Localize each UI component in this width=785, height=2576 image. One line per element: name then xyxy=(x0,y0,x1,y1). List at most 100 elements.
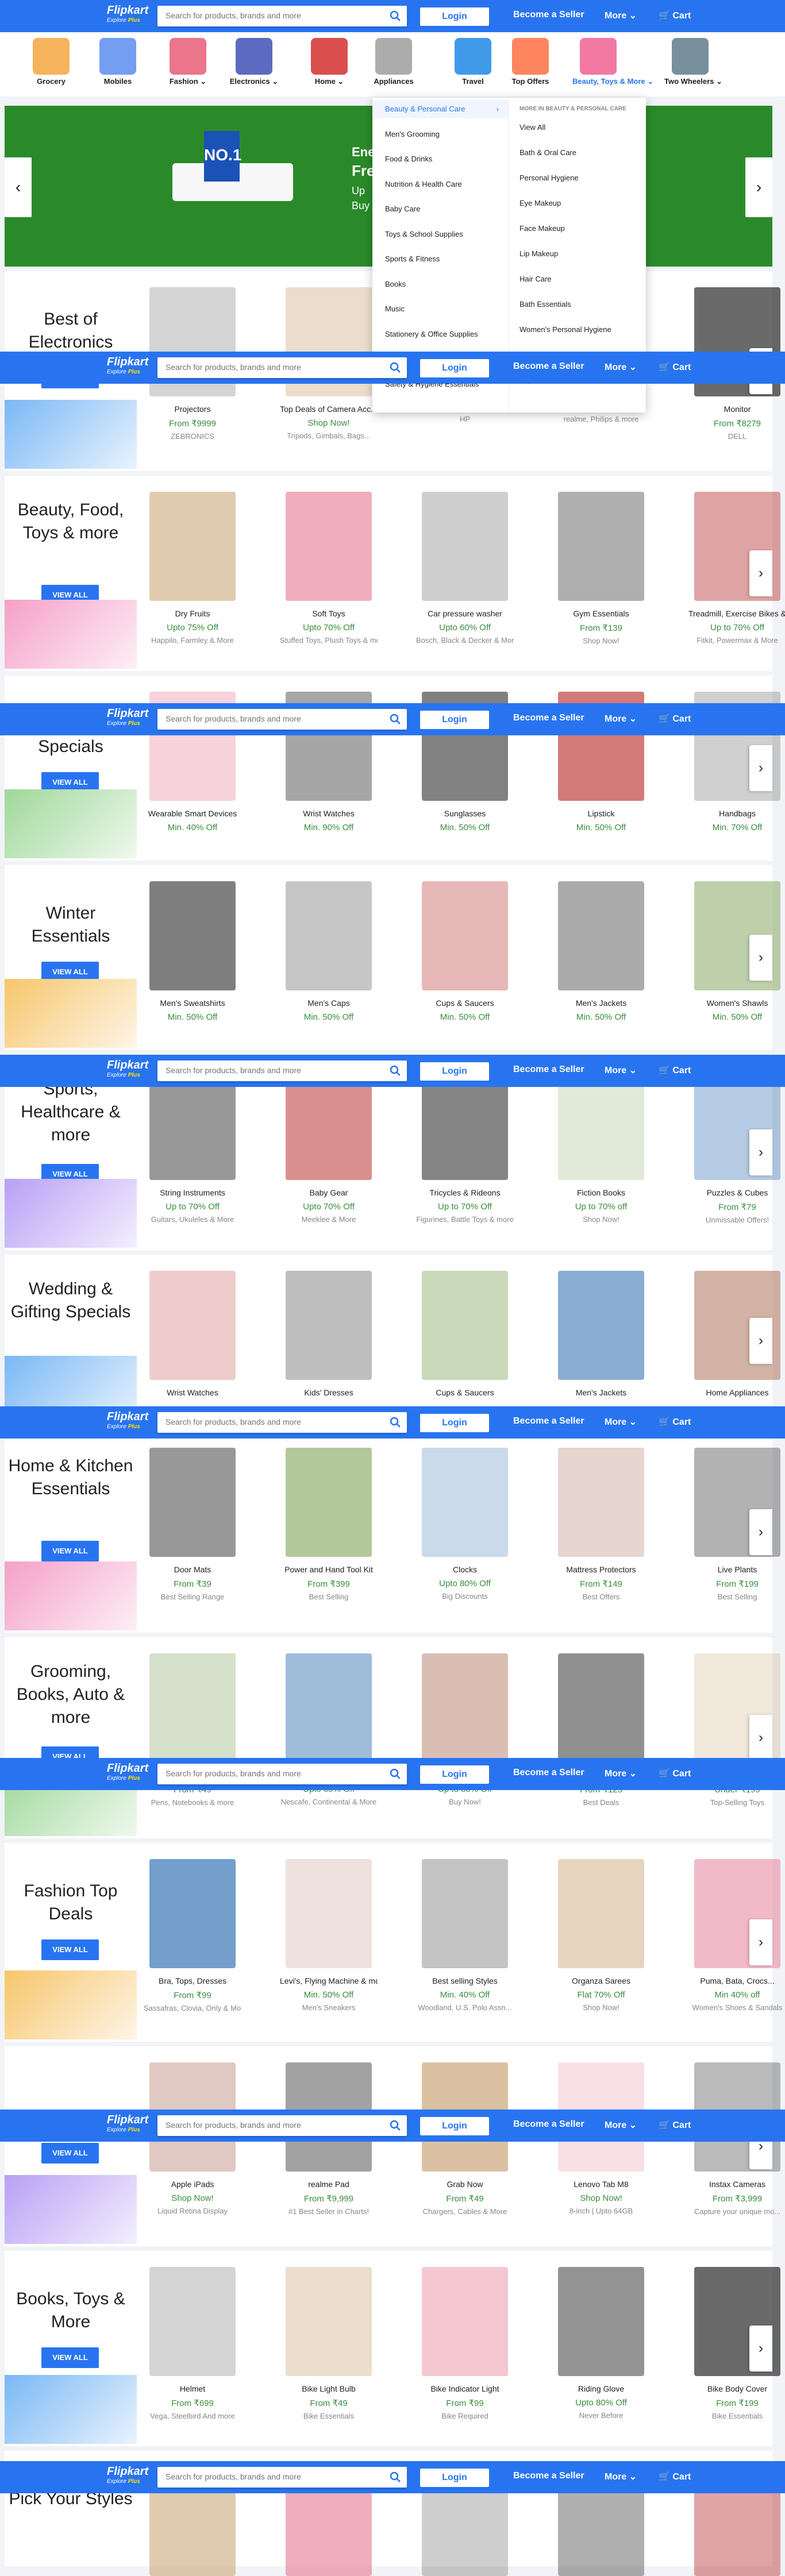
search-input[interactable] xyxy=(166,714,378,723)
product-card[interactable]: Levi's, Flying Machine & more Min. 50% Of… xyxy=(280,1859,378,2012)
product-card[interactable]: Bra, Tops, Dresses From ₹99 Sassafras, Clo… xyxy=(144,1859,241,2012)
dropdown-right-item[interactable]: Women's Personal Hygiene xyxy=(520,325,611,334)
search-icon[interactable] xyxy=(390,2471,401,2483)
product-card[interactable]: Riding Glove Upto 80% Off Never Before xyxy=(552,2267,650,2420)
flipkart-logo[interactable]: Flipkart Explore Plus xyxy=(107,707,148,727)
section-next-button[interactable]: › xyxy=(749,1919,772,1965)
section-next-button[interactable]: › xyxy=(749,1509,772,1555)
cart-link[interactable]: 🛒 Cart xyxy=(659,361,691,373)
category-6[interactable]: Appliances xyxy=(368,32,420,97)
search-input[interactable] xyxy=(166,1066,378,1075)
category-10[interactable]: Two Wheelers ⌄ xyxy=(664,32,722,97)
product-card[interactable]: Men's Jackets Min. 50% Off xyxy=(552,881,650,1022)
flipkart-logo[interactable]: Flipkart Explore Plus xyxy=(107,2465,148,2485)
product-card[interactable]: Tricycles & Rideons Up to 70% Off Figurine… xyxy=(416,1071,514,1224)
search-icon[interactable] xyxy=(390,714,401,725)
dropdown-left-item[interactable]: Men's Grooming xyxy=(385,130,440,138)
section-next-button[interactable]: › xyxy=(749,1129,772,1175)
section-next-button[interactable]: › xyxy=(749,550,772,596)
product-card[interactable]: Car pressure washer Upto 60% Off Bosch, Bl… xyxy=(416,492,514,645)
dropdown-left-item[interactable]: Beauty & Personal Care › xyxy=(372,100,509,118)
product-card[interactable]: Power and Hand Tool Kit From ₹399 Best Sel… xyxy=(280,1448,378,1601)
dropdown-left-item[interactable]: Music xyxy=(385,304,405,313)
section-next-button[interactable]: › xyxy=(749,935,772,981)
banner-prev-button[interactable]: ‹ xyxy=(5,157,32,217)
product-card[interactable]: Cups & Saucers xyxy=(416,1271,514,1397)
more-menu[interactable]: More ⌄ xyxy=(605,1065,637,1076)
become-seller-link[interactable]: Become a Seller xyxy=(513,1768,584,1778)
search-icon[interactable] xyxy=(390,1065,401,1077)
category-1[interactable]: Grocery xyxy=(25,32,77,97)
product-card[interactable]: Baby Gear Upto 70% Off Meeklee & More xyxy=(280,1071,378,1224)
product-card[interactable]: Gym Essentials From ₹139 Shop Now! xyxy=(552,492,650,645)
search-input[interactable] xyxy=(166,2120,378,2130)
category-3[interactable]: Fashion ⌄ xyxy=(162,32,214,97)
search-icon[interactable] xyxy=(390,1768,401,1780)
dropdown-right-item[interactable]: Bath Essentials xyxy=(520,300,571,308)
cart-link[interactable]: 🛒 Cart xyxy=(659,2471,691,2482)
search-icon[interactable] xyxy=(390,362,401,373)
dropdown-right-item[interactable]: Lip Makeup xyxy=(520,249,558,258)
more-menu[interactable]: More ⌄ xyxy=(605,1768,637,1779)
more-menu[interactable]: More ⌄ xyxy=(605,2119,637,2131)
product-card[interactable]: Best selling Styles Min. 40% Off Woodland,… xyxy=(416,1859,514,2012)
become-seller-link[interactable]: Become a Seller xyxy=(513,1065,584,1075)
login-button[interactable]: Login xyxy=(420,1062,489,1081)
dropdown-left-item[interactable]: Nutrition & Health Care xyxy=(385,180,462,188)
product-card[interactable]: Mattress Protectors From ₹149 Best Offers xyxy=(552,1448,650,1601)
product-card[interactable]: Wrist Watches xyxy=(144,1271,241,1397)
dropdown-right-item[interactable]: Personal Hygiene xyxy=(520,173,579,182)
become-seller-link[interactable]: Become a Seller xyxy=(513,713,584,723)
category-8[interactable]: Top Offers xyxy=(505,32,556,97)
cart-link[interactable]: 🛒 Cart xyxy=(659,1768,691,1779)
category-4[interactable]: Electronics ⌄ xyxy=(228,32,280,97)
search-input[interactable] xyxy=(166,363,378,372)
dropdown-right-item[interactable]: Hair Care xyxy=(520,275,552,283)
cart-link[interactable]: 🛒 Cart xyxy=(659,1416,691,1428)
cart-link[interactable]: 🛒 Cart xyxy=(659,713,691,724)
dropdown-left-item[interactable]: Food & Drinks xyxy=(385,155,432,163)
dropdown-right-item[interactable]: Face Makeup xyxy=(520,224,565,233)
become-seller-link[interactable]: Become a Seller xyxy=(513,361,584,372)
cart-link[interactable]: 🛒 Cart xyxy=(659,10,691,21)
product-card[interactable]: Men's Sweatshirts Min. 50% Off xyxy=(144,881,241,1022)
product-card[interactable]: Kids' Dresses xyxy=(280,1271,378,1397)
product-card[interactable]: Soft Toys Upto 70% Off Stuffed Toys, Plush… xyxy=(280,492,378,645)
product-card[interactable]: Men's Jackets xyxy=(552,1271,650,1397)
become-seller-link[interactable]: Become a Seller xyxy=(513,1416,584,1426)
product-card[interactable]: Bike Light Bulb From ₹49 Bike Essentials xyxy=(280,2267,378,2420)
product-card[interactable]: Clocks Upto 80% Off Big Discounts xyxy=(416,1448,514,1601)
section-next-button[interactable]: › xyxy=(749,745,772,791)
become-seller-link[interactable]: Become a Seller xyxy=(513,2471,584,2481)
view-all-button[interactable]: VIEW ALL xyxy=(41,1939,99,1960)
dropdown-left-item[interactable]: Books xyxy=(385,280,406,288)
search-input[interactable] xyxy=(166,2472,378,2481)
search-icon[interactable] xyxy=(390,2120,401,2131)
dropdown-right-item[interactable]: Bath & Oral Care xyxy=(520,148,576,157)
more-menu[interactable]: More ⌄ xyxy=(605,361,637,373)
more-menu[interactable]: More ⌄ xyxy=(605,2471,637,2482)
login-button[interactable]: Login xyxy=(420,1414,489,1432)
dropdown-left-item[interactable]: Baby Care xyxy=(385,205,420,213)
flipkart-logo[interactable]: Flipkart Explore Plus xyxy=(107,1059,148,1079)
view-all-button[interactable]: VIEW ALL xyxy=(41,2347,99,2368)
more-menu[interactable]: More ⌄ xyxy=(605,10,637,21)
view-all-button[interactable]: VIEW ALL xyxy=(41,1541,99,1561)
product-card[interactable]: Dry Fruits Upto 75% Off Happilo, Farmley &… xyxy=(144,492,241,645)
section-next-button[interactable]: › xyxy=(749,1318,772,1364)
product-card[interactable]: Cups & Saucers Min. 50% Off xyxy=(416,881,514,1022)
flipkart-logo[interactable]: Flipkart Explore Plus xyxy=(107,1410,148,1430)
flipkart-logo[interactable]: Flipkart Explore Plus xyxy=(107,1762,148,1782)
search-icon[interactable] xyxy=(390,10,401,22)
product-card[interactable]: Organza Sarees Flat 70% Off Shop Now! xyxy=(552,1859,650,2012)
flipkart-logo[interactable]: Flipkart Explore Plus xyxy=(107,2114,148,2134)
login-button[interactable]: Login xyxy=(420,2469,489,2487)
login-button[interactable]: Login xyxy=(420,1765,489,1784)
login-button[interactable]: Login xyxy=(420,359,489,377)
cart-link[interactable]: 🛒 Cart xyxy=(659,2119,691,2131)
login-button[interactable]: Login xyxy=(420,2117,489,2135)
dropdown-left-item[interactable]: Toys & School Supplies xyxy=(385,230,463,238)
become-seller-link[interactable]: Become a Seller xyxy=(513,10,584,20)
section-next-button[interactable]: › xyxy=(749,2326,772,2371)
become-seller-link[interactable]: Become a Seller xyxy=(513,2119,584,2130)
